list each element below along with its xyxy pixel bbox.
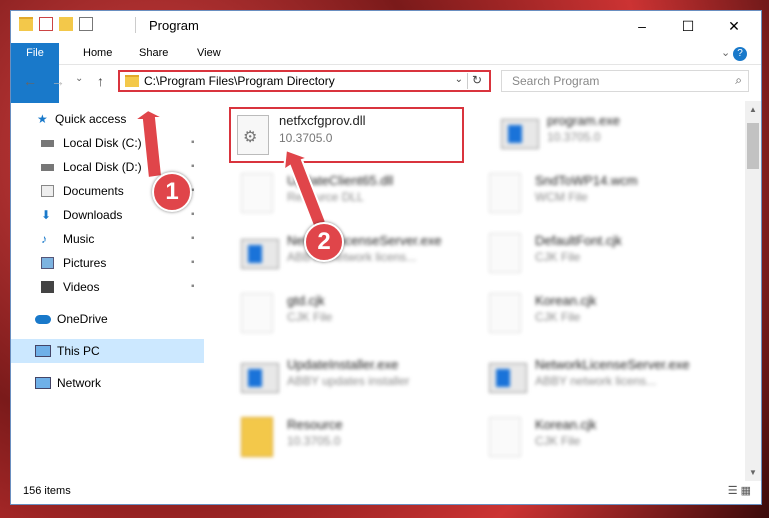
- annotation-arrows: [130, 108, 328, 230]
- callout-number-2: 2: [304, 222, 344, 262]
- callout-number-1: 1: [152, 172, 192, 212]
- arrow-2: [282, 148, 328, 230]
- arrow-1: [130, 108, 165, 180]
